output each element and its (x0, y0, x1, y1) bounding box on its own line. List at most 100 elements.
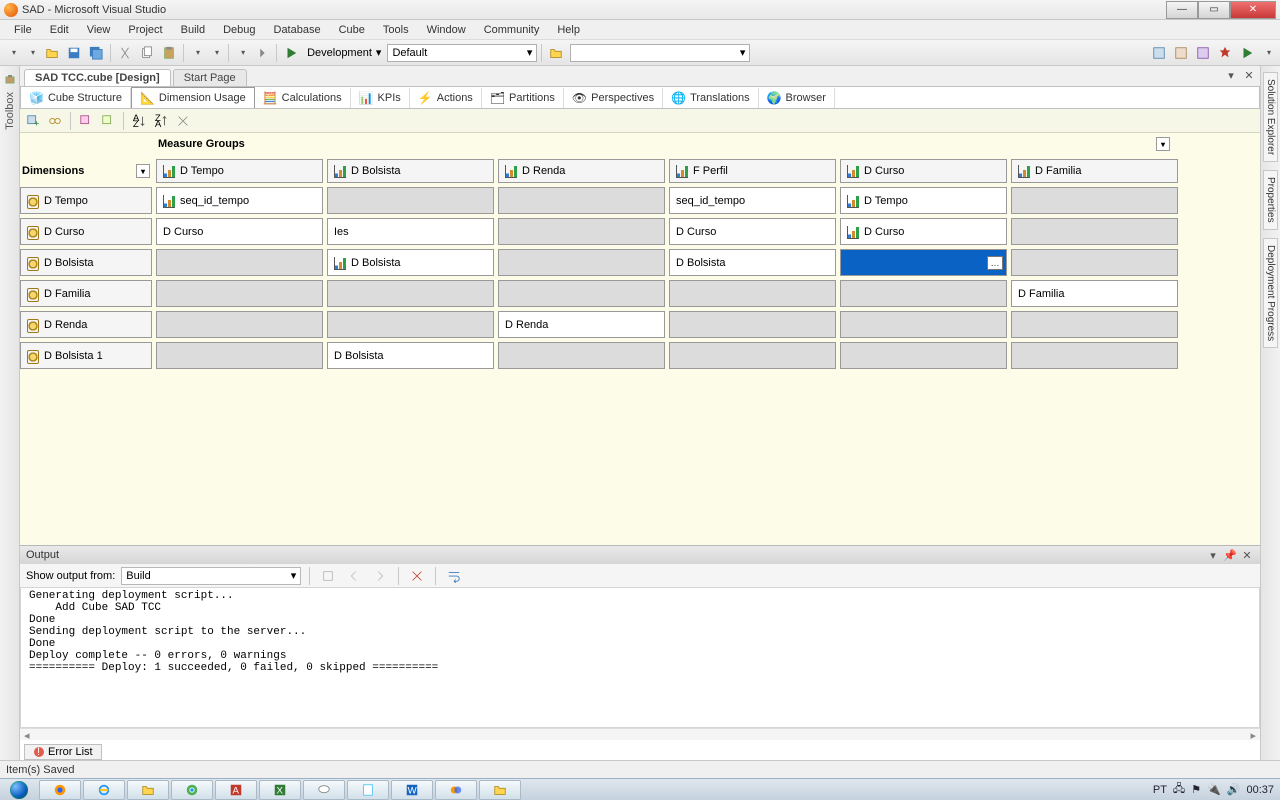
taskbar-explorer[interactable] (127, 780, 169, 800)
dim-header-d-bolsista[interactable]: D Bolsista (20, 249, 152, 276)
add-cube-dimension-button[interactable]: + (24, 112, 42, 130)
start-page-button[interactable] (1237, 43, 1257, 63)
active-files-dropdown-icon[interactable]: ▾ (1224, 68, 1238, 82)
output-close-icon[interactable]: ✕ (1240, 548, 1254, 562)
save-all-button[interactable] (86, 43, 106, 63)
cube-tab-translations[interactable]: 🌐Translations (663, 88, 758, 108)
taskbar-firefox[interactable] (39, 780, 81, 800)
taskbar-chat[interactable] (303, 780, 345, 800)
usage-cell-r2-c1[interactable]: D Bolsista (327, 249, 494, 276)
cut-button[interactable] (115, 43, 135, 63)
toolbox-button[interactable] (1215, 43, 1235, 63)
dim-header-d-curso[interactable]: D Curso (20, 218, 152, 245)
usage-cell-r5-c4[interactable] (840, 342, 1007, 369)
platform-select[interactable]: Default▾ (387, 44, 537, 62)
usage-cell-r3-c4[interactable] (840, 280, 1007, 307)
menu-window[interactable]: Window (419, 22, 474, 38)
usage-cell-r2-c5[interactable] (1011, 249, 1178, 276)
taskbar-vs[interactable] (435, 780, 477, 800)
right-rail-deployment-progress[interactable]: Deployment Progress (1263, 238, 1278, 348)
menu-view[interactable]: View (79, 22, 119, 38)
tray-action-icon[interactable]: ⚑ (1191, 783, 1201, 796)
open-button[interactable] (42, 43, 62, 63)
usage-cell-r3-c5[interactable]: D Familia (1011, 280, 1178, 307)
mg-header-d-tempo[interactable]: D Tempo (156, 159, 323, 183)
usage-cell-r3-c3[interactable] (669, 280, 836, 307)
usage-cell-r4-c5[interactable] (1011, 311, 1178, 338)
redo-dropdown[interactable]: ▾ (207, 43, 224, 63)
tray-network-icon[interactable]: 🖧 (1173, 780, 1185, 799)
usage-cell-r0-c2[interactable] (498, 187, 665, 214)
usage-cell-r3-c1[interactable] (327, 280, 494, 307)
output-find-button[interactable] (318, 566, 338, 586)
mg-header-d-bolsista[interactable]: D Bolsista (327, 159, 494, 183)
tray-clock[interactable]: 00:37 (1246, 784, 1274, 796)
usage-cell-r2-c3[interactable]: D Bolsista (669, 249, 836, 276)
menu-file[interactable]: File (6, 22, 40, 38)
sort-az-button[interactable]: AZ (130, 112, 148, 130)
dimensions-dropdown-icon[interactable]: ▾ (136, 164, 150, 178)
cube-tab-cube-structure[interactable]: 🧊Cube Structure (21, 88, 131, 108)
dim-header-d-familia[interactable]: D Familia (20, 280, 152, 307)
measure-groups-dropdown-icon[interactable]: ▾ (1156, 137, 1170, 151)
find-select[interactable]: ▾ (570, 44, 750, 62)
taskbar-word[interactable]: W (391, 780, 433, 800)
usage-cell-r3-c2[interactable] (498, 280, 665, 307)
output-clear-button[interactable] (407, 566, 427, 586)
doc-tab-start-page[interactable]: Start Page (173, 69, 247, 86)
usage-cell-r4-c0[interactable] (156, 311, 323, 338)
dim-header-d-tempo[interactable]: D Tempo (20, 187, 152, 214)
output-wordwrap-button[interactable] (444, 566, 464, 586)
usage-cell-r4-c3[interactable] (669, 311, 836, 338)
properties-button[interactable] (1171, 43, 1191, 63)
ellipsis-button[interactable]: … (987, 256, 1003, 270)
usage-cell-r5-c0[interactable] (156, 342, 323, 369)
usage-cell-r1-c2[interactable] (498, 218, 665, 245)
copy-button[interactable] (137, 43, 157, 63)
menu-debug[interactable]: Debug (215, 22, 263, 38)
scroll-right-icon[interactable]: ▸ (1250, 729, 1256, 740)
add-item-dropdown[interactable]: ▾ (23, 43, 40, 63)
nav-forward-button[interactable] (252, 43, 272, 63)
config-dropdown-caret[interactable]: ▾ (376, 46, 382, 59)
toolbox-rail-tab[interactable]: Toolbox (4, 92, 16, 130)
sort-za-button[interactable]: ZA (152, 112, 170, 130)
usage-cell-r1-c4[interactable]: D Curso (840, 218, 1007, 245)
new-linked-object-button[interactable] (46, 112, 64, 130)
window-list-dropdown[interactable]: ▾ (1259, 43, 1276, 63)
taskbar-ie[interactable] (83, 780, 125, 800)
usage-cell-r1-c5[interactable] (1011, 218, 1178, 245)
mg-header-f-perfil[interactable]: F Perfil (669, 159, 836, 183)
delete-button[interactable] (174, 112, 192, 130)
scroll-left-icon[interactable]: ◂ (24, 729, 30, 740)
taskbar-excel[interactable]: X (259, 780, 301, 800)
taskbar-folder2[interactable] (479, 780, 521, 800)
cube-tab-partitions[interactable]: 🗂Partitions (482, 88, 564, 108)
tray-power-icon[interactable]: 🔌 (1207, 783, 1221, 796)
usage-cell-r2-c4[interactable]: … (840, 249, 1007, 276)
menu-cube[interactable]: Cube (331, 22, 373, 38)
cube-tab-actions[interactable]: ⚡Actions (410, 88, 482, 108)
cube-tab-calculations[interactable]: 🧮Calculations (255, 88, 351, 108)
maximize-button[interactable]: ▭ (1198, 1, 1230, 19)
cube-tab-dimension-usage[interactable]: 📐Dimension Usage (131, 87, 255, 108)
menu-community[interactable]: Community (476, 22, 548, 38)
menu-edit[interactable]: Edit (42, 22, 77, 38)
close-button[interactable]: ✕ (1230, 1, 1276, 19)
start-debug-button[interactable] (281, 43, 301, 63)
mg-header-d-renda[interactable]: D Renda (498, 159, 665, 183)
usage-cell-r4-c4[interactable] (840, 311, 1007, 338)
output-text[interactable]: Generating deployment script... Add Cube… (20, 588, 1260, 728)
mg-header-d-curso[interactable]: D Curso (840, 159, 1007, 183)
taskbar-notepad[interactable] (347, 780, 389, 800)
tray-volume-icon[interactable]: 🔊 (1227, 783, 1241, 796)
show-output-from-select[interactable]: Build▾ (121, 567, 301, 585)
sort-asc-button[interactable] (77, 112, 95, 130)
usage-cell-r1-c1[interactable]: Ies (327, 218, 494, 245)
menu-help[interactable]: Help (549, 22, 588, 38)
close-document-icon[interactable]: ✕ (1242, 68, 1256, 82)
start-button[interactable] (0, 779, 38, 801)
usage-cell-r5-c2[interactable] (498, 342, 665, 369)
menu-project[interactable]: Project (120, 22, 170, 38)
menu-database[interactable]: Database (266, 22, 329, 38)
